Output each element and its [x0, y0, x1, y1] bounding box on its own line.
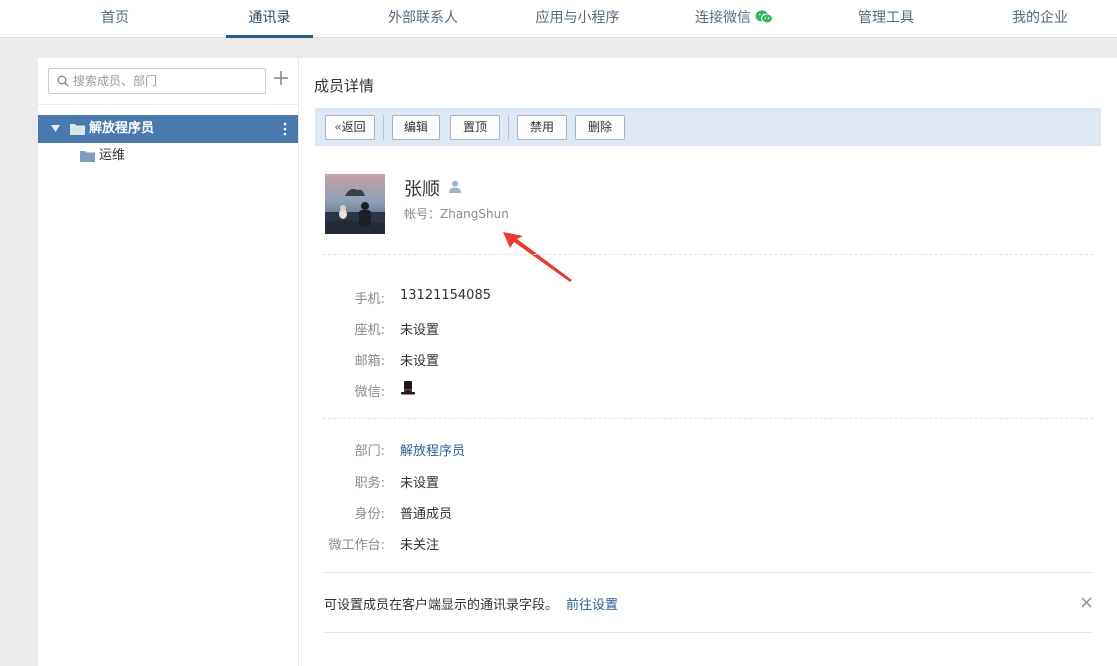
toolbar-separator [508, 115, 509, 140]
identity-label: 身份: [354, 507, 385, 522]
department-link[interactable]: 解放程序员 [400, 440, 465, 459]
nav-contacts-label: 通讯录 [248, 10, 291, 26]
go-to-settings-link[interactable]: 前往设置 [566, 598, 618, 613]
account-id: 帐号：ZhangShun [404, 207, 509, 221]
toolbar: «返回 编辑 置顶 禁用 删除 [315, 108, 1101, 146]
delete-button[interactable]: 删除 [575, 115, 625, 140]
delete-button-label: 删除 [587, 120, 612, 134]
settings-tip-text: 可设置成员在客户端显示的通讯录字段。 [324, 598, 559, 613]
pin-button-label: 置顶 [462, 120, 487, 134]
back-button-label: 返回 [341, 120, 366, 134]
workbench-label: 微工作台: [328, 538, 385, 553]
nav-home-label: 首页 [101, 10, 129, 26]
position-value: 未设置 [400, 476, 440, 491]
settings-tip: 可设置成员在客户端显示的通讯录字段。 前往设置 [324, 594, 618, 613]
identity-value: 普通成员 [400, 507, 453, 522]
org-tree-panel: 解放程序员 运维 [38, 58, 299, 666]
back-button[interactable]: «返回 [325, 115, 375, 140]
landline-value: 未设置 [400, 323, 440, 338]
nav-admin-tools-label: 管理工具 [858, 10, 914, 26]
nav-external-contacts-label: 外部联系人 [388, 10, 458, 26]
page-title: 成员详情 [314, 77, 375, 95]
divider [38, 104, 298, 105]
divider [323, 572, 1093, 573]
avatar [325, 174, 385, 234]
pin-button[interactable]: 置顶 [450, 115, 500, 140]
search-icon [57, 75, 69, 87]
tree-item-ops-label: 运维 [99, 148, 126, 163]
divider [323, 418, 1093, 419]
nav-admin-tools[interactable]: 管理工具 [846, 0, 926, 38]
edit-button-label: 编辑 [403, 120, 428, 134]
top-nav: 首页 通讯录 外部联系人 应用与小程序 连接微信 管理工具 我的企业 [0, 0, 1117, 38]
top-hat-icon [401, 381, 415, 395]
nav-home[interactable]: 首页 [70, 0, 160, 38]
nav-my-enterprise-label: 我的企业 [1012, 10, 1068, 26]
annotation-arrow-icon [503, 232, 572, 282]
user-icon [449, 180, 461, 193]
mobile-value: 13121154085 [400, 288, 491, 303]
disable-button[interactable]: 禁用 [517, 115, 567, 140]
nav-my-enterprise[interactable]: 我的企业 [1000, 0, 1080, 38]
nav-apps[interactable]: 应用与小程序 [525, 0, 630, 38]
tree-item-ops[interactable]: 运维 [38, 144, 298, 168]
divider [323, 254, 1093, 255]
tree-item-root-label: 解放程序员 [89, 121, 155, 136]
folder-icon [70, 124, 85, 135]
double-chevron-left-icon: « [334, 120, 342, 134]
nav-connect-wechat[interactable]: 连接微信 [684, 0, 784, 38]
divider [323, 632, 1093, 633]
nav-external-contacts[interactable]: 外部联系人 [368, 0, 478, 38]
department-label: 部门: [354, 444, 385, 459]
add-icon[interactable] [274, 71, 288, 85]
close-icon[interactable] [1081, 597, 1092, 608]
folder-icon [80, 151, 95, 162]
email-label: 邮箱: [354, 354, 385, 369]
search-box [48, 68, 266, 94]
wechat-icon [755, 10, 773, 24]
edit-button[interactable]: 编辑 [392, 115, 440, 140]
caret-down-icon[interactable] [51, 124, 60, 133]
landline-label: 座机: [354, 323, 385, 338]
workbench-value: 未关注 [400, 538, 440, 553]
toolbar-separator [383, 115, 384, 140]
nav-apps-label: 应用与小程序 [535, 10, 620, 26]
position-label: 职务: [354, 476, 385, 491]
nav-connect-wechat-label: 连接微信 [695, 10, 751, 26]
nav-contacts[interactable]: 通讯录 [226, 0, 313, 38]
wechat-label: 微信: [354, 385, 385, 400]
member-detail-panel: 成员详情 «返回 编辑 置顶 禁用 删除 张顺 帐号：ZhangShun 手机:… [299, 58, 1117, 666]
disable-button-label: 禁用 [529, 120, 554, 134]
member-name: 张顺 [404, 179, 440, 200]
more-vertical-icon[interactable] [282, 122, 288, 136]
mobile-label: 手机: [354, 292, 385, 307]
search-input[interactable] [73, 69, 263, 93]
email-value: 未设置 [400, 354, 440, 369]
tree-item-root[interactable]: 解放程序员 [38, 115, 298, 143]
